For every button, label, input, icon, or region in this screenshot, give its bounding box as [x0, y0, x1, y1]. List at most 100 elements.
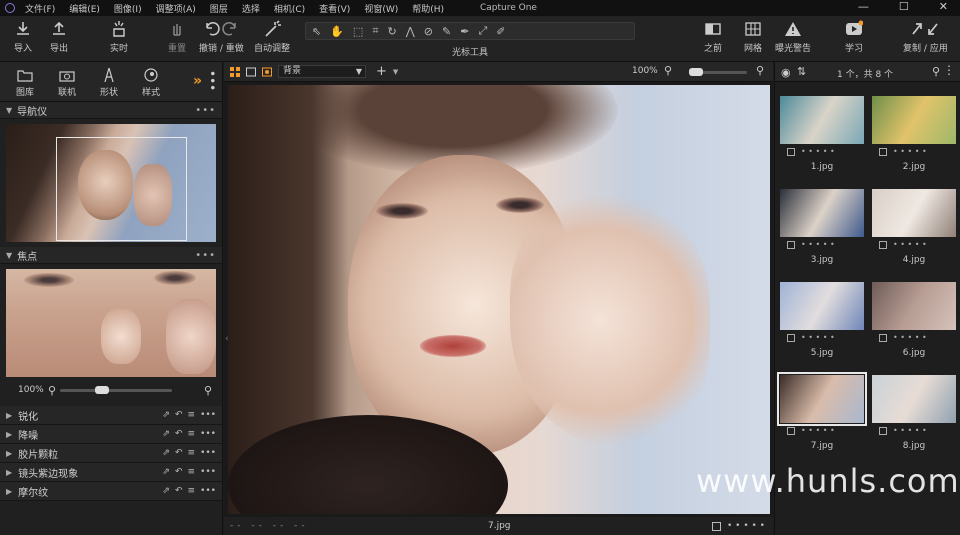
- more-options-icon[interactable]: ⋮: [943, 63, 955, 77]
- thumbnail-image[interactable]: [872, 96, 956, 144]
- minimize-button[interactable]: —: [858, 0, 869, 13]
- thumbnail-image[interactable]: [872, 375, 956, 423]
- menu-help[interactable]: 帮助(H): [412, 2, 444, 15]
- color-tag-checkbox[interactable]: [712, 521, 721, 531]
- star-rating[interactable]: • • • • •: [801, 240, 835, 249]
- crop-tool-icon[interactable]: ⌗: [372, 24, 378, 38]
- eye-icon[interactable]: ◉: [781, 66, 791, 79]
- presets-icon[interactable]: ≡: [188, 410, 196, 420]
- presets-icon[interactable]: ≡: [188, 429, 196, 439]
- reset-icon[interactable]: ↶: [175, 467, 183, 477]
- color-tag-checkbox[interactable]: [879, 240, 887, 249]
- color-tag-checkbox[interactable]: [787, 147, 795, 156]
- undo-redo-button[interactable]: 撤销 / 重做: [199, 20, 244, 54]
- zoom-in-icon[interactable]: ⚲: [756, 64, 764, 77]
- more-options-icon[interactable]: •••: [195, 105, 216, 116]
- thumbnail-cell[interactable]: • • • • • 5.jpg: [777, 280, 867, 368]
- presets-icon[interactable]: ≡: [188, 448, 196, 458]
- eraser-tool-icon[interactable]: ✐: [496, 25, 505, 38]
- menu-adjustments[interactable]: 调整项(A): [156, 2, 196, 15]
- proof-eye-icon[interactable]: [262, 67, 272, 77]
- thumbnail-cell[interactable]: • • • • • 7.jpg: [777, 372, 867, 461]
- menu-image[interactable]: 图像(I): [114, 2, 142, 15]
- copy-apply-icon[interactable]: ⇗: [162, 486, 170, 496]
- color-tag-checkbox[interactable]: [879, 147, 887, 156]
- more-options-icon[interactable]: •••: [200, 486, 216, 496]
- thumbnail-cell[interactable]: • • • • • 8.jpg: [869, 373, 959, 461]
- more-options-icon[interactable]: •••: [200, 429, 216, 439]
- copy-apply-icon[interactable]: ⇗: [162, 429, 170, 439]
- maximize-button[interactable]: ☐: [899, 0, 909, 13]
- focus-header[interactable]: ▼ 焦点 •••: [0, 247, 222, 264]
- export-button[interactable]: 导出: [50, 20, 68, 54]
- presets-icon[interactable]: ≡: [188, 486, 196, 496]
- navigator-header[interactable]: ▼ 导航仪 •••: [0, 102, 222, 119]
- close-button[interactable]: ✕: [939, 0, 948, 13]
- loupe-tool-icon[interactable]: ⬚: [353, 25, 363, 38]
- thumbnail-image[interactable]: [872, 189, 956, 237]
- menu-select[interactable]: 选择: [242, 2, 260, 15]
- rotate-tool-icon[interactable]: ↻: [388, 25, 397, 38]
- tab-tethered[interactable]: 联机: [46, 67, 88, 101]
- star-rating[interactable]: • • • • •: [893, 426, 927, 435]
- reset-icon[interactable]: ↶: [175, 429, 183, 439]
- star-rating[interactable]: • • • • •: [801, 426, 835, 435]
- exposure-warning-button[interactable]: 曝光警告: [775, 20, 811, 54]
- menu-file[interactable]: 文件(F): [25, 2, 55, 15]
- chevron-down-icon[interactable]: ▼: [393, 68, 398, 76]
- thumbnail-cell[interactable]: • • • • • 2.jpg: [869, 94, 959, 182]
- keystone-tool-icon[interactable]: ⋀: [406, 25, 415, 38]
- more-tabs-icon[interactable]: »: [193, 73, 202, 89]
- thumbnail-cell[interactable]: • • • • • 3.jpg: [777, 187, 867, 275]
- color-picker-tool-icon[interactable]: ✒: [460, 25, 469, 38]
- thumbnail-image[interactable]: [780, 189, 864, 237]
- star-rating[interactable]: • • • • •: [801, 147, 835, 156]
- main-photo[interactable]: [228, 85, 770, 514]
- white-balance-picker-icon[interactable]: ⤢: [478, 24, 487, 38]
- menu-window[interactable]: 视窗(W): [364, 2, 398, 15]
- zoom-out-icon[interactable]: ⚲: [664, 64, 672, 77]
- thumbnail-image[interactable]: [777, 372, 867, 426]
- star-rating[interactable]: • • • • •: [893, 333, 927, 342]
- copy-apply-icon[interactable]: ⇗: [162, 448, 170, 458]
- brush-tool-icon[interactable]: ✎: [442, 25, 451, 38]
- layer-select[interactable]: 背景 ▼: [278, 65, 366, 78]
- tool-noise-reduction[interactable]: ▶ 降噪 ⇗ ↶ ≡ •••: [0, 425, 222, 444]
- tab-shape[interactable]: 形状: [88, 67, 130, 101]
- thumbnail-image[interactable]: [780, 96, 864, 144]
- more-options-icon[interactable]: •••: [200, 467, 216, 477]
- star-rating[interactable]: • • • • •: [727, 521, 765, 531]
- multi-view-icon[interactable]: [230, 66, 240, 77]
- spot-removal-tool-icon[interactable]: ⊘: [424, 25, 433, 38]
- reset-icon[interactable]: ↶: [175, 410, 183, 420]
- navigator-preview[interactable]: [6, 124, 216, 242]
- copy-apply-icon[interactable]: ⇗: [162, 467, 170, 477]
- navigator-viewport-box[interactable]: [56, 137, 187, 241]
- hand-pan-tool-icon[interactable]: ✋: [330, 25, 344, 38]
- viewer-zoom-slider-handle[interactable]: [689, 68, 703, 76]
- add-layer-icon[interactable]: +: [376, 64, 387, 79]
- live-button[interactable]: 实时: [110, 20, 128, 54]
- search-icon[interactable]: ⚲: [932, 65, 940, 78]
- star-rating[interactable]: • • • • •: [893, 240, 927, 249]
- auto-adjust-button[interactable]: 自动调整: [254, 20, 290, 54]
- copy-apply-button[interactable]: 复制 / 应用: [903, 20, 948, 54]
- color-tag-checkbox[interactable]: [879, 333, 887, 342]
- menu-layers[interactable]: 图层: [210, 2, 228, 15]
- reset-icon[interactable]: ↶: [175, 448, 183, 458]
- reset-icon[interactable]: ↶: [175, 486, 183, 496]
- color-tag-checkbox[interactable]: [879, 426, 887, 435]
- focus-zoom-slider[interactable]: [60, 389, 172, 392]
- learn-button[interactable]: 学习: [845, 20, 863, 54]
- menu-camera[interactable]: 相机(C): [274, 2, 305, 15]
- tab-library[interactable]: 图库: [4, 67, 46, 101]
- thumbnail-image[interactable]: [780, 282, 864, 330]
- sort-icon[interactable]: ⇅: [797, 65, 806, 78]
- tool-moire[interactable]: ▶ 摩尔纹 ⇗ ↶ ≡ •••: [0, 482, 222, 501]
- presets-icon[interactable]: ≡: [188, 467, 196, 477]
- copy-apply-icon[interactable]: ⇗: [162, 410, 170, 420]
- star-rating[interactable]: • • • • •: [801, 333, 835, 342]
- collapse-left-icon[interactable]: ‹: [225, 334, 229, 344]
- tool-film-grain[interactable]: ▶ 胶片颗粒 ⇗ ↶ ≡ •••: [0, 444, 222, 463]
- thumbnail-image[interactable]: [872, 282, 956, 330]
